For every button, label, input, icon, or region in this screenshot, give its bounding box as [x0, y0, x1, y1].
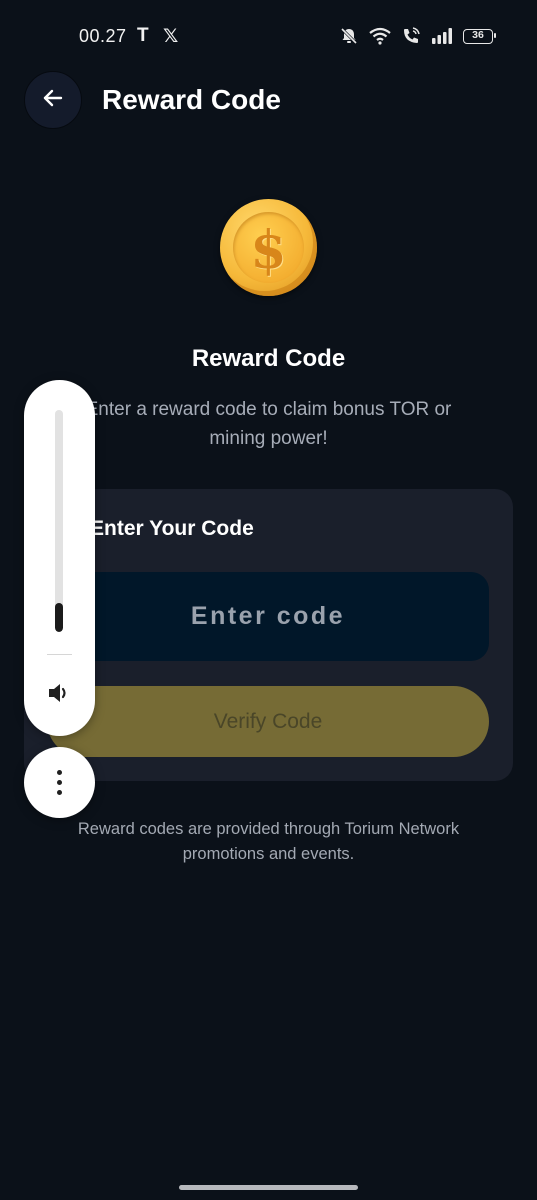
- verify-code-button[interactable]: Verify Code: [47, 686, 489, 757]
- battery-icon: 36: [463, 28, 496, 44]
- status-icons: 36: [339, 24, 496, 48]
- volume-divider: [47, 654, 72, 655]
- status-time: 00.27: [79, 26, 127, 46]
- signal-icon: [431, 28, 453, 44]
- volume-panel: [24, 380, 95, 736]
- volume-slider[interactable]: [55, 410, 63, 632]
- x-app-icon: 𝕏: [163, 26, 179, 47]
- coin-symbol: $: [250, 220, 287, 281]
- battery-level: 36: [472, 28, 484, 41]
- code-label: Enter Your Code: [90, 517, 254, 540]
- code-input[interactable]: [47, 572, 489, 661]
- footer-note: Reward codes are provided through Torium…: [77, 820, 460, 863]
- speaker-icon[interactable]: [46, 680, 72, 711]
- back-button[interactable]: [24, 71, 82, 129]
- page-title: Reward Code: [102, 84, 281, 115]
- dollar-coin-icon: $: [220, 199, 317, 296]
- bell-off-icon: [339, 26, 359, 46]
- volume-level: [55, 603, 63, 632]
- wifi-calling-icon: [401, 26, 421, 46]
- more-vertical-icon[interactable]: [24, 747, 95, 818]
- section-description: Enter a reward code to claim bonus TOR o…: [85, 399, 452, 449]
- app-t-icon: T: [137, 25, 149, 46]
- wifi-icon: [369, 27, 391, 45]
- status-bar: 00.27 T 𝕏 36: [0, 0, 537, 72]
- arrow-left-icon: [42, 87, 64, 114]
- home-indicator[interactable]: [179, 1185, 358, 1190]
- section-title: Reward Code: [191, 345, 346, 372]
